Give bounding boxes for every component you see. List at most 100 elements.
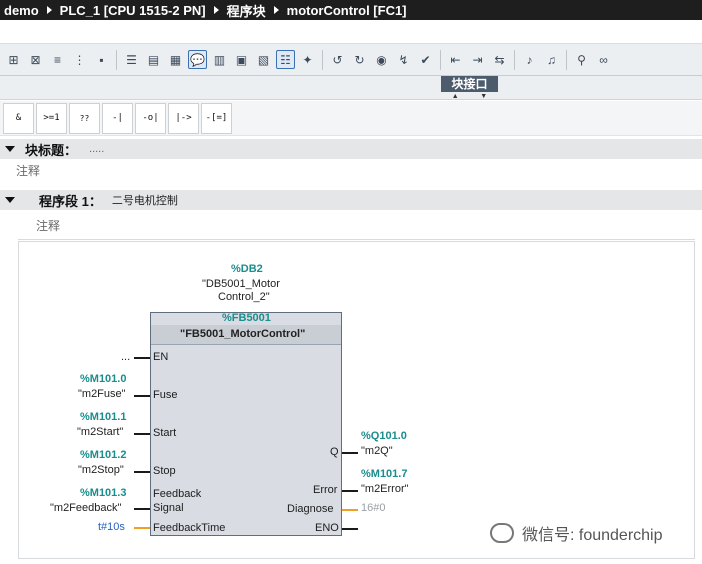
or-box-button[interactable]: >=1 [36,102,67,134]
empty-box-button[interactable]: ?? [69,102,100,134]
operand-q-name[interactable]: "m2Q" [361,445,393,457]
comments-icon[interactable]: 💬 [188,50,207,69]
go-to-icon[interactable]: ↯ [394,50,413,69]
breadcrumb-separator-icon [213,6,219,14]
branch-button[interactable]: |-> [168,102,199,134]
block-interface-tab[interactable]: 块接口 [441,76,498,92]
compare-icon[interactable]: ⇆ [490,50,509,69]
block-comment[interactable]: 注释 [16,162,40,179]
network-header[interactable]: 程序段 1： 二号电机控制 [0,190,702,210]
operand-diagnose[interactable]: 16#0 [361,502,385,514]
wire-diagnose [342,509,358,511]
editor-toolbar: ⊞ ⊠ ≡ ⋮ ▪ ☰ ▤ ▦ 💬 ▥ ▣ ▧ ☷ ✦ ↺ ↻ ◉ ↯ ✔ ⇤ … [0,44,702,76]
breadcrumb-block[interactable]: motorControl [FC1] [287,3,407,18]
splitter-up-icon[interactable]: ▲ [452,93,459,100]
operand-feedback-time[interactable]: t#10s [98,521,125,533]
step-into-icon[interactable]: ↺ [328,50,347,69]
instance-db-address[interactable]: %DB2 [231,263,263,275]
toolbar-divider [440,49,441,70]
network-overview-icon[interactable]: ☷ [276,50,295,69]
negate-button[interactable]: -o| [135,102,166,134]
operand-error-name[interactable]: "m2Error" [361,483,409,495]
operand-fuse-address[interactable]: %M101.0 [80,373,126,385]
pin-feedback-signal-line2: Signal [153,502,184,514]
absolute-symbolic-icon[interactable]: ▦ [166,50,185,69]
wire-feedback-time [134,527,150,529]
wire-q [342,452,358,454]
block-title-value[interactable]: ..... [89,143,104,155]
operand-error-address[interactable]: %M101.7 [361,468,407,480]
show-favorites-icon[interactable]: ▣ [232,50,251,69]
operand-stop-name[interactable]: "m2Stop" [78,464,124,476]
watermark-text: 微信号: founderchip [522,527,663,544]
wire-eno [342,528,358,530]
monitoring-off-icon[interactable]: ♫ [542,50,561,69]
glasses-icon[interactable]: ∞ [594,50,613,69]
operand-stop-address[interactable]: %M101.2 [80,449,126,461]
network-comment[interactable]: 注释 [36,217,60,234]
assignment-button[interactable]: -| [102,102,133,134]
collapse-icon[interactable] [5,146,15,152]
toolbar-divider [322,49,323,70]
splitter-down-icon[interactable]: ▼ [480,93,487,100]
wire-fuse [134,395,150,397]
pin-eno: ENO [315,522,339,534]
breadcrumb-separator-icon [273,6,279,14]
comment-divider [18,239,695,240]
collapse-icon[interactable] [5,197,15,203]
breadcrumb-folder[interactable]: 程序块 [227,1,266,20]
block-title-header[interactable]: 块标题： ..... [0,139,702,159]
network-label: 程序段 1： [39,193,102,209]
operand-feedback-address[interactable]: %M101.3 [80,487,126,499]
pin-diagnose: Diagnose [287,503,334,515]
online-icon[interactable]: ⚲ [572,50,591,69]
block-title-label: 块标题： [25,142,78,158]
operand-start-address[interactable]: %M101.1 [80,411,126,423]
network-title[interactable]: 二号电机控制 [112,192,178,208]
box-call-icon[interactable]: ▧ [254,50,273,69]
pin-feedback-time: FeedbackTime [153,522,226,534]
pin-error: Error [313,484,338,496]
breadcrumb-separator-icon [46,6,52,14]
check-icon[interactable]: ✔ [416,50,435,69]
insert-network-icon[interactable]: ⊞ [4,50,23,69]
pin-stop: Stop [153,465,176,477]
operand-start-name[interactable]: "m2Start" [77,426,123,438]
interface-splitter[interactable]: ▲ ▼ [441,92,498,100]
breakpoint-icon[interactable]: ◉ [372,50,391,69]
wechat-icon [490,523,514,543]
step-over-icon[interactable]: ↻ [350,50,369,69]
breadcrumb-device[interactable]: PLC_1 [CPU 1515-2 PN] [60,3,206,18]
assign-coil-button[interactable]: -[=] [201,102,232,134]
breadcrumb-project[interactable]: demo [4,3,39,18]
open-all-networks-icon[interactable]: ☰ [122,50,141,69]
instance-db-name-line2: Control_2" [218,291,270,303]
operand-en[interactable]: ... [121,351,130,363]
operand-q-address[interactable]: %Q101.0 [361,430,407,442]
pin-q: Q [330,446,339,458]
breadcrumb: demo PLC_1 [CPU 1515-2 PN] 程序块 motorCont… [0,0,702,20]
fb-address: %FB5001 [222,312,271,324]
toolbar-divider [116,49,117,70]
clear-icon[interactable]: ▪ [92,50,111,69]
pin-en: EN [153,351,169,363]
fb-name[interactable]: "FB5001_MotorControl" [180,328,305,340]
delete-network-icon[interactable]: ⊠ [26,50,45,69]
block-interface-strip: 块接口 ▲ ▼ [0,76,702,100]
next-error-icon[interactable]: ⇤ [446,50,465,69]
prev-error-icon[interactable]: ⇥ [468,50,487,69]
wire-error [342,490,358,492]
insert-column-icon[interactable]: ⋮ [70,50,89,69]
and-box-button[interactable]: & [3,102,34,134]
operand-feedback-name[interactable]: "m2Feedback" [50,502,121,514]
pin-start: Start [153,427,177,439]
operand-fuse-name[interactable]: "m2Fuse" [78,388,126,400]
highlight-icon[interactable]: ✦ [298,50,317,69]
toolbar-divider [566,49,567,70]
tag-info-icon[interactable]: ▥ [210,50,229,69]
window-subbar [0,20,702,44]
close-all-networks-icon[interactable]: ▤ [144,50,163,69]
instance-db-name-line1[interactable]: "DB5001_Motor [202,278,280,290]
monitoring-icon[interactable]: ♪ [520,50,539,69]
insert-row-icon[interactable]: ≡ [48,50,67,69]
